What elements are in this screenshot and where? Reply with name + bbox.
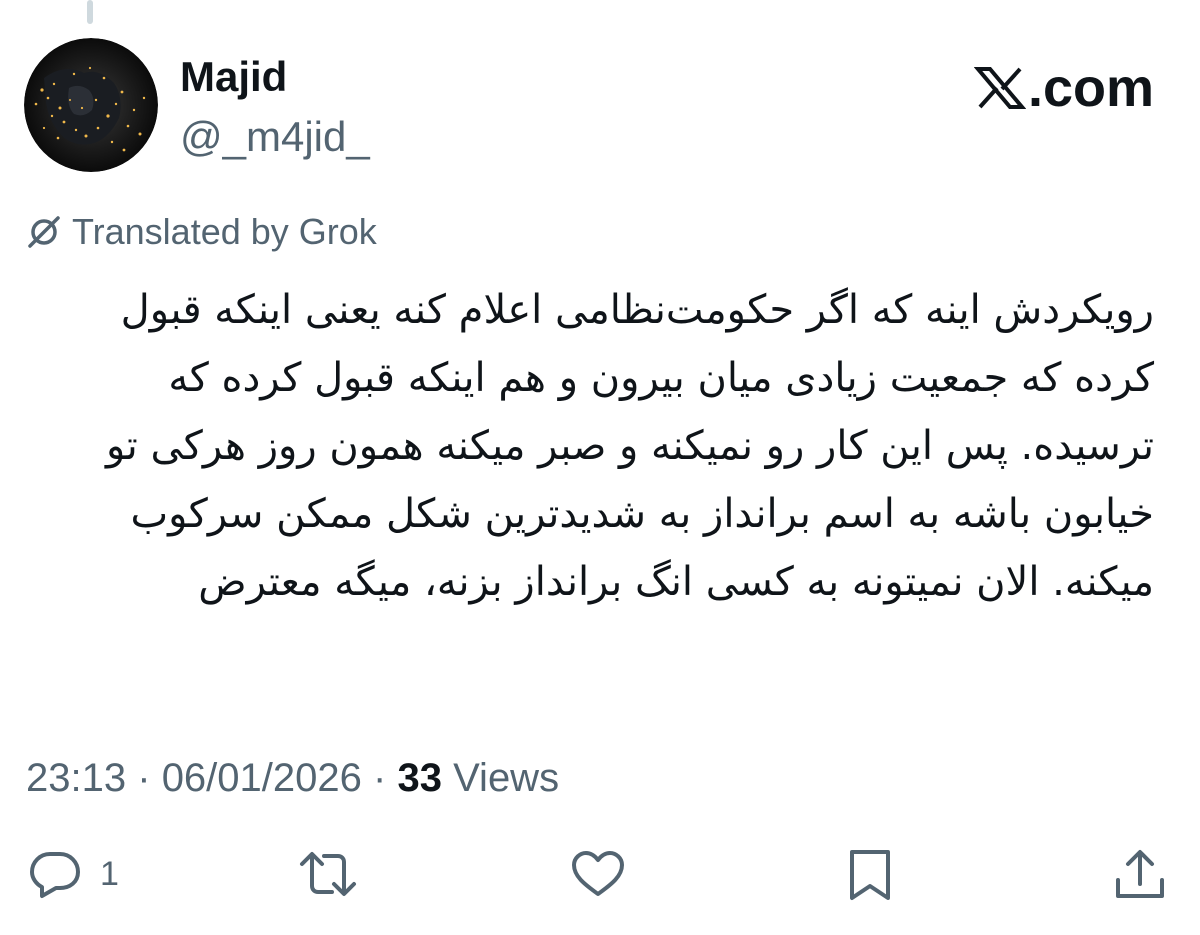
reply-button[interactable]: 1 bbox=[28, 848, 119, 900]
tweet-text: رویکردش اینه که اگر حکومت‌نظامی اعلام کن… bbox=[105, 287, 1154, 605]
like-icon bbox=[570, 848, 626, 900]
retweet-icon bbox=[298, 848, 358, 900]
views-label: Views bbox=[453, 756, 560, 800]
translation-notice: Translated by Grok bbox=[26, 208, 377, 256]
share-icon bbox=[1112, 848, 1168, 902]
tweet-screenshot: Majid @_m4jid_ .com Translated by Grok ر… bbox=[0, 0, 1200, 935]
x-logo-icon bbox=[973, 65, 1026, 111]
meta-separator: · bbox=[137, 756, 151, 800]
tweet-meta: 23:13 · 06/01/2026 · 33 Views bbox=[26, 752, 559, 804]
thread-connector-line bbox=[87, 0, 93, 24]
tweet-time[interactable]: 23:13 bbox=[26, 756, 126, 800]
author-name[interactable]: Majid bbox=[180, 52, 287, 102]
reply-count: 1 bbox=[100, 855, 119, 893]
bookmark-icon bbox=[846, 848, 894, 902]
reply-icon bbox=[28, 848, 82, 900]
brand-domain-text: .com bbox=[1027, 58, 1154, 118]
retweet-button[interactable] bbox=[298, 848, 358, 900]
translate-icon bbox=[26, 214, 72, 250]
author-handle[interactable]: @_m4jid_ bbox=[180, 112, 370, 162]
brand-logo: .com bbox=[973, 58, 1154, 118]
translation-label: Translated by Grok bbox=[72, 211, 377, 252]
bookmark-button[interactable] bbox=[846, 848, 894, 902]
tweet-date[interactable]: 06/01/2026 bbox=[162, 756, 362, 800]
like-button[interactable] bbox=[570, 848, 626, 900]
meta-separator: · bbox=[373, 756, 387, 800]
views-count: 33 bbox=[397, 756, 442, 800]
avatar[interactable] bbox=[24, 38, 158, 172]
share-button[interactable] bbox=[1112, 848, 1168, 902]
